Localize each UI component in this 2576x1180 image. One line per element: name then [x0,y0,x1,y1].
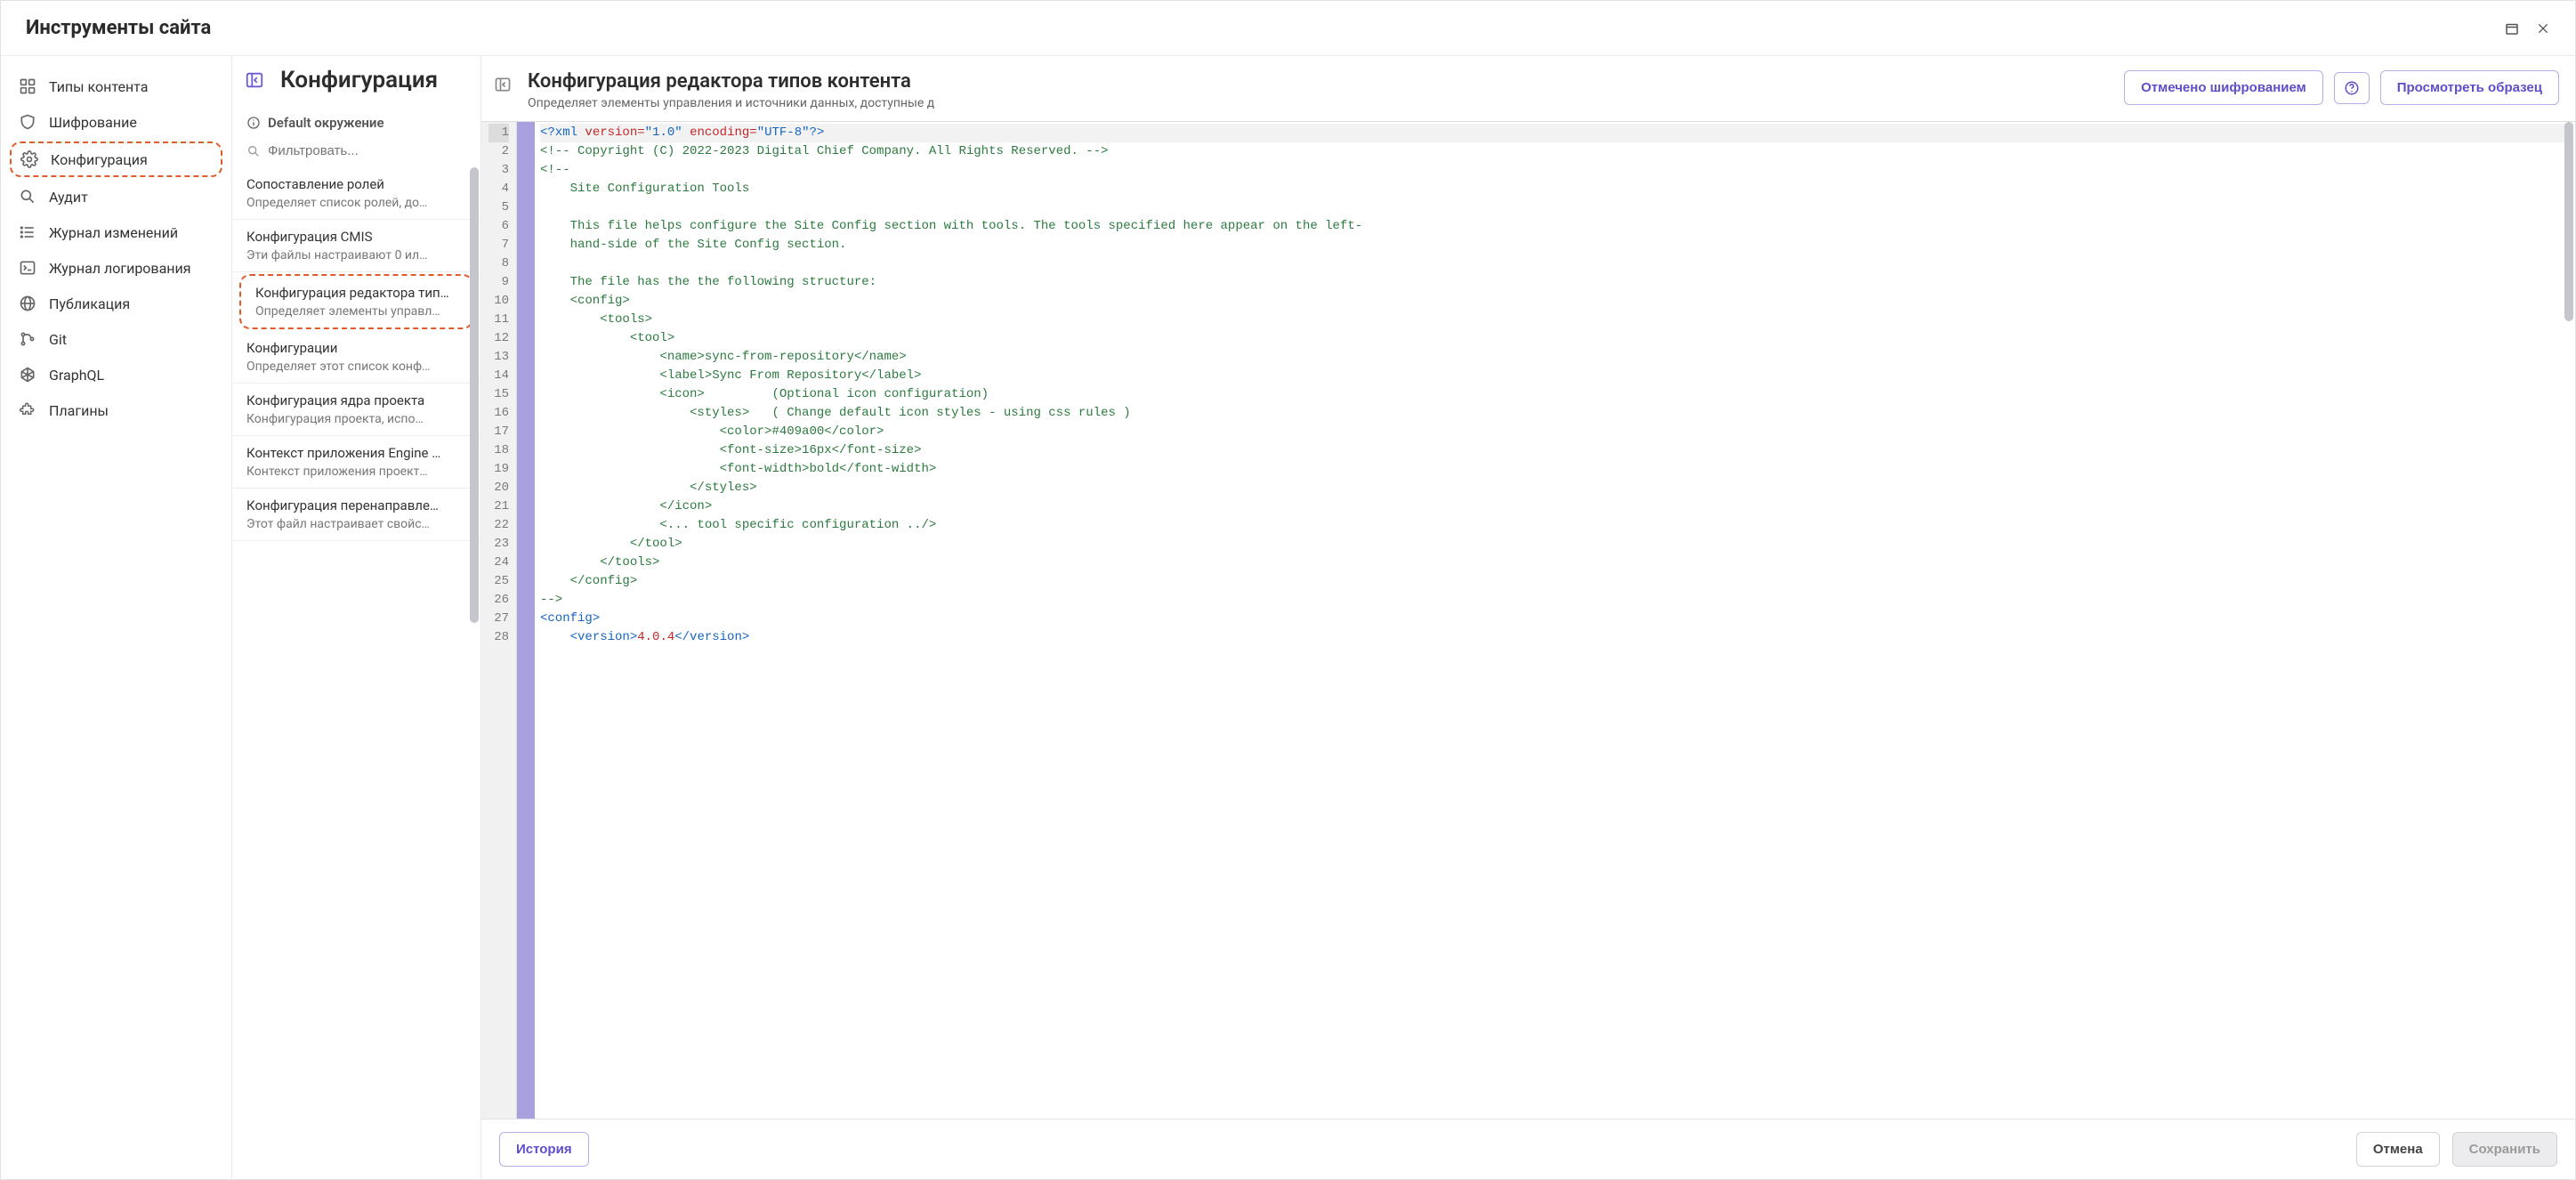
list-item-desc: Контекст приложения проект… [246,465,466,479]
terminal-icon [19,259,36,277]
list-item-desc: Конфигурация проекта, испо… [246,412,466,426]
config-list[interactable]: Сопоставление ролей Определяет список рол… [232,167,480,1179]
list-item-desc: Этот файл настраивает свойс… [246,517,466,531]
sidebar-item-label: Журнал логирования [49,260,191,277]
sidebar-item-label: Публикация [49,295,130,312]
list-item-desc: Определяет элементы управл… [255,304,457,319]
sidebar-item-globe[interactable]: Публикация [1,286,231,321]
config-list-item[interactable]: Конфигурация CMIS Эти файлы настраивают 0… [232,220,480,272]
cancel-button[interactable]: Отмена [2356,1132,2440,1167]
sidebar-item-label: Аудит [49,189,88,206]
git-icon [19,330,36,348]
sidebar-item-label: GraphQL [49,367,104,384]
sidebar-item-shield[interactable]: Шифрование [1,104,231,140]
config-list-item[interactable]: Конфигурация редактора тип… Определяет эл… [239,274,473,329]
history-button[interactable]: История [499,1132,589,1167]
editor-scrollbar[interactable] [2564,122,2573,321]
detail-title: Конфигурация редактора типов контента [528,70,2108,93]
sidebar-item-grid[interactable]: Типы контента [1,69,231,104]
list-item-title: Конфигурации [246,340,466,356]
collapse-detail-icon[interactable] [494,76,512,93]
list-item-desc: Определяет этот список конф… [246,360,466,374]
detail-subtitle: Определяет элементы управления и источни… [528,96,2108,110]
fold-gutter[interactable] [517,122,535,1119]
sidebar-item-gear[interactable]: Конфигурация [10,141,222,177]
sidebar-item-label: Шифрование [49,114,137,131]
filter-input[interactable] [268,143,466,158]
list-item-title: Контекст приложения Engine … [246,445,466,461]
sidebar-nav: Типы контента Шифрование Конфигурация Аудит… [1,56,232,1179]
sidebar-item-label: Конфигурация [51,151,148,168]
config-list-item[interactable]: Конфигурация ядра проекта Конфигурация пр… [232,384,480,436]
sidebar-item-terminal[interactable]: Журнал логирования [1,250,231,286]
list-item-desc: Определяет список ролей, до… [246,196,466,210]
sidebar-item-label: Плагины [49,402,109,419]
config-list-item[interactable]: Контекст приложения Engine … Контекст при… [232,436,480,489]
list-icon [19,223,36,241]
save-button: Сохранить [2452,1132,2557,1167]
sidebar-item-git[interactable]: Git [1,321,231,357]
help-button[interactable] [2334,72,2370,104]
puzzle-icon [19,401,36,419]
globe-icon [19,295,36,312]
shield-icon [19,113,36,131]
sidebar-item-label: Журнал изменений [49,224,178,241]
close-icon[interactable] [2536,21,2550,36]
environment-label: Default окружение [268,115,384,131]
main-heading: Конфигурация [280,67,438,93]
code-editor[interactable]: 1234567891011121314151617181920212223242… [481,121,2575,1119]
sidebar-item-list[interactable]: Журнал изменений [1,214,231,250]
config-list-item[interactable]: Конфигурации Определяет этот список конф… [232,331,480,384]
graphql-icon [19,366,36,384]
list-item-title: Конфигурация ядра проекта [246,392,466,408]
config-list-item[interactable]: Конфигурация перенаправле… Этот файл наст… [232,489,480,541]
window-maximize-icon[interactable] [2504,20,2520,36]
sidebar-item-label: Типы контента [49,78,148,95]
marked-encrypted-button[interactable]: Отмечено шифрованием [2124,70,2323,105]
search-icon [19,188,36,206]
scrollbar[interactable] [470,167,479,623]
list-item-title: Конфигурация редактора тип… [255,285,457,301]
info-icon [246,116,261,130]
config-list-item[interactable]: Сопоставление ролей Определяет список рол… [232,167,480,220]
sidebar-item-label: Git [49,331,67,348]
view-sample-button[interactable]: Просмотреть образец [2380,70,2559,105]
list-item-title: Конфигурация перенаправле… [246,497,466,513]
page-title: Инструменты сайта [26,17,211,39]
collapse-panel-icon[interactable] [245,70,264,90]
gear-icon [20,150,38,168]
list-item-title: Сопоставление ролей [246,176,466,192]
sidebar-item-puzzle[interactable]: Плагины [1,392,231,428]
sidebar-item-graphql[interactable]: GraphQL [1,357,231,392]
list-item-title: Конфигурация CMIS [246,229,466,245]
sidebar-item-search[interactable]: Аудит [1,179,231,214]
search-icon [246,144,261,158]
grid-icon [19,77,36,95]
list-item-desc: Эти файлы настраивают 0 ил… [246,248,466,263]
